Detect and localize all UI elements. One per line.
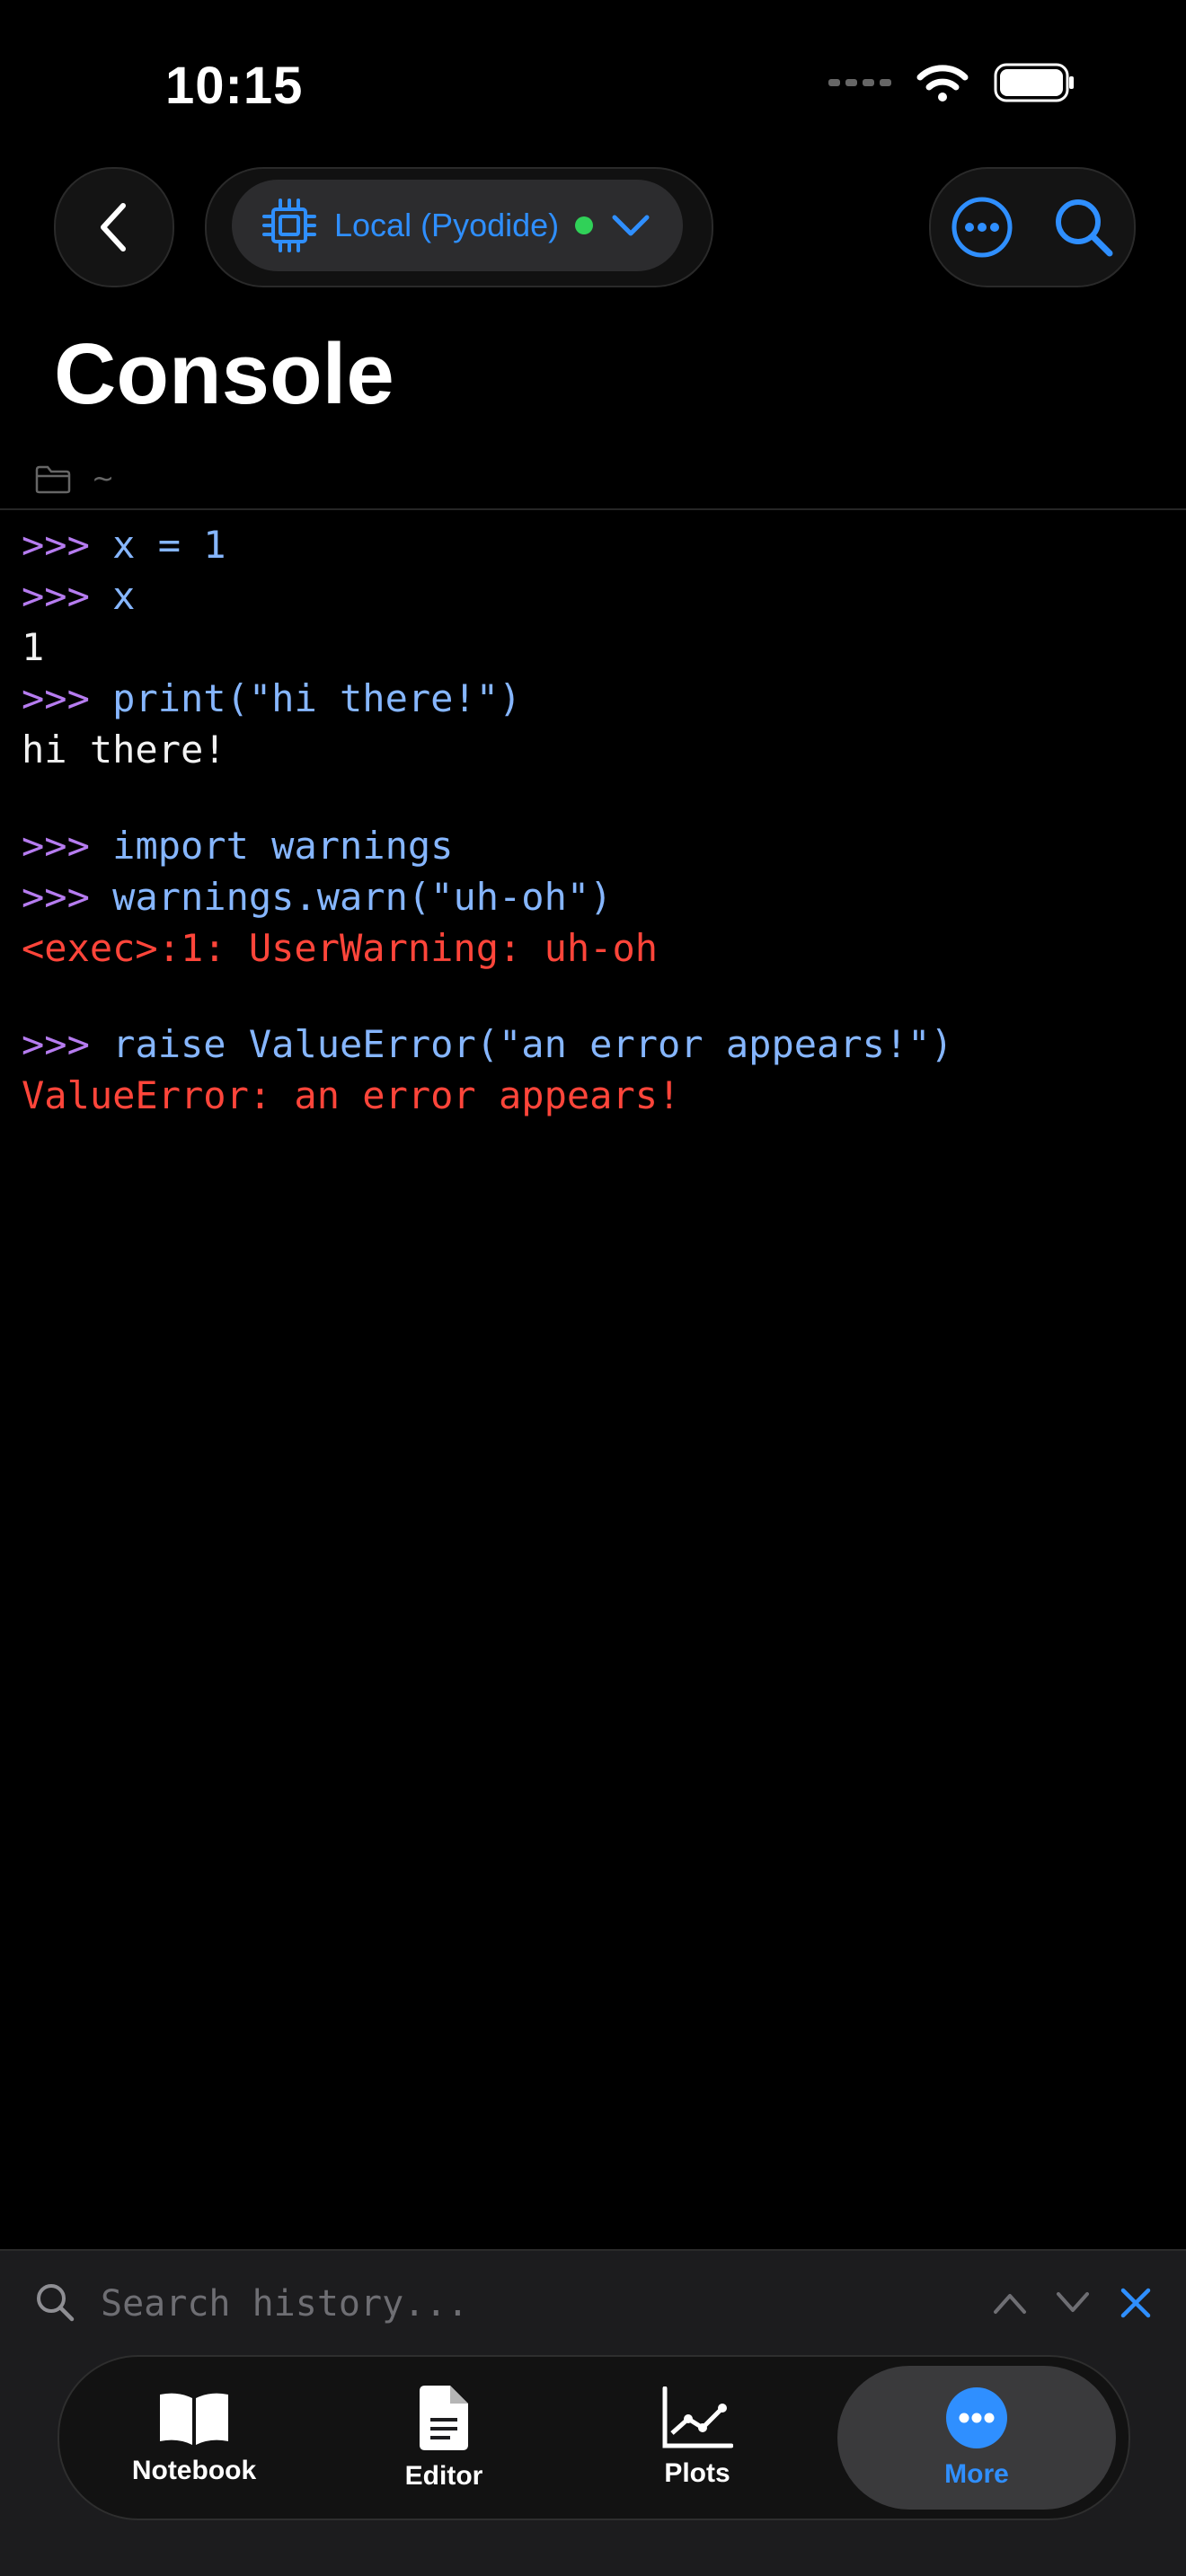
search-icon	[37, 2284, 75, 2322]
tab-label: Editor	[404, 2461, 483, 2491]
status-time: 10:15	[165, 57, 304, 115]
console-input: import warnings	[112, 824, 454, 868]
more-options-icon[interactable]	[950, 195, 1014, 260]
runtime-status-dot	[575, 216, 594, 234]
document-icon	[420, 2386, 468, 2450]
tab-more[interactable]: More	[837, 2366, 1116, 2510]
status-bar: 10:15	[0, 0, 1186, 171]
history-search-input[interactable]	[99, 2276, 911, 2332]
chevron-up-icon[interactable]	[990, 2285, 1030, 2321]
close-icon[interactable]	[1116, 2283, 1155, 2323]
console-input: x	[112, 574, 136, 618]
runtime-selector[interactable]: Local (Pyodide)	[232, 180, 683, 271]
tab-notebook[interactable]: Notebook	[95, 2357, 293, 2519]
divider	[0, 508, 1186, 510]
console-line: >>> raise ValueError("an error appears!"…	[22, 1019, 953, 1070]
console-prompt: >>>	[22, 1022, 113, 1066]
console-line: >>> x	[22, 570, 953, 622]
tab-label: Plots	[664, 2458, 730, 2488]
console-output-line: 1	[22, 625, 45, 669]
console-input: warnings.warn("uh-oh")	[112, 875, 613, 919]
search-icon[interactable]	[1052, 196, 1115, 259]
console-line: >>> x = 1	[22, 519, 953, 570]
working-directory: ~	[34, 463, 114, 495]
tab-bar: Notebook Editor Plots More	[58, 2355, 1130, 2520]
console-spacer	[22, 974, 953, 1019]
runtime-label: Local (Pyodide)	[334, 207, 560, 243]
chevron-down-icon[interactable]	[1053, 2285, 1093, 2321]
status-icons	[828, 63, 1075, 102]
tab-plots[interactable]: Plots	[616, 2357, 778, 2519]
console-line: >>> print("hi there!")	[22, 673, 953, 724]
folder-icon	[35, 465, 71, 493]
console-prompt: >>>	[22, 676, 113, 720]
history-search-bar	[0, 2249, 1186, 2355]
tab-editor[interactable]: Editor	[363, 2357, 525, 2519]
console-error-line: ValueError: an error appears!	[22, 1073, 681, 1117]
chevron-down-icon	[612, 215, 650, 236]
console-prompt: >>>	[22, 574, 113, 618]
back-button[interactable]	[54, 167, 174, 287]
console-output: >>> x = 1 >>> x 1 >>> print("hi there!")…	[22, 519, 953, 1121]
page-title: Console	[54, 326, 394, 422]
toolbar-actions	[929, 167, 1136, 287]
console-prompt: >>>	[22, 523, 113, 567]
console-output-line: hi there!	[22, 728, 226, 772]
cellular-icon	[828, 79, 891, 86]
working-directory-path: ~	[92, 463, 115, 495]
wifi-icon	[916, 65, 969, 101]
chevron-left-icon	[101, 203, 126, 251]
book-icon	[160, 2393, 228, 2445]
ellipsis-icon	[946, 2387, 1007, 2448]
console-input: raise ValueError("an error appears!")	[112, 1022, 953, 1066]
console-line: >>> import warnings	[22, 820, 953, 871]
tab-label: Notebook	[131, 2456, 257, 2485]
cpu-icon	[262, 198, 316, 252]
console-line: >>> warnings.warn("uh-oh")	[22, 871, 953, 922]
console-warning-line: <exec>:1: UserWarning: uh-oh	[22, 926, 659, 970]
console-spacer	[22, 775, 953, 820]
console-prompt: >>>	[22, 824, 113, 868]
console-prompt: >>>	[22, 875, 113, 919]
tab-label: More	[944, 2459, 1009, 2489]
chart-icon	[662, 2386, 733, 2448]
battery-icon	[994, 63, 1074, 102]
console-input: print("hi there!")	[112, 676, 522, 720]
console-input: x = 1	[112, 523, 226, 567]
